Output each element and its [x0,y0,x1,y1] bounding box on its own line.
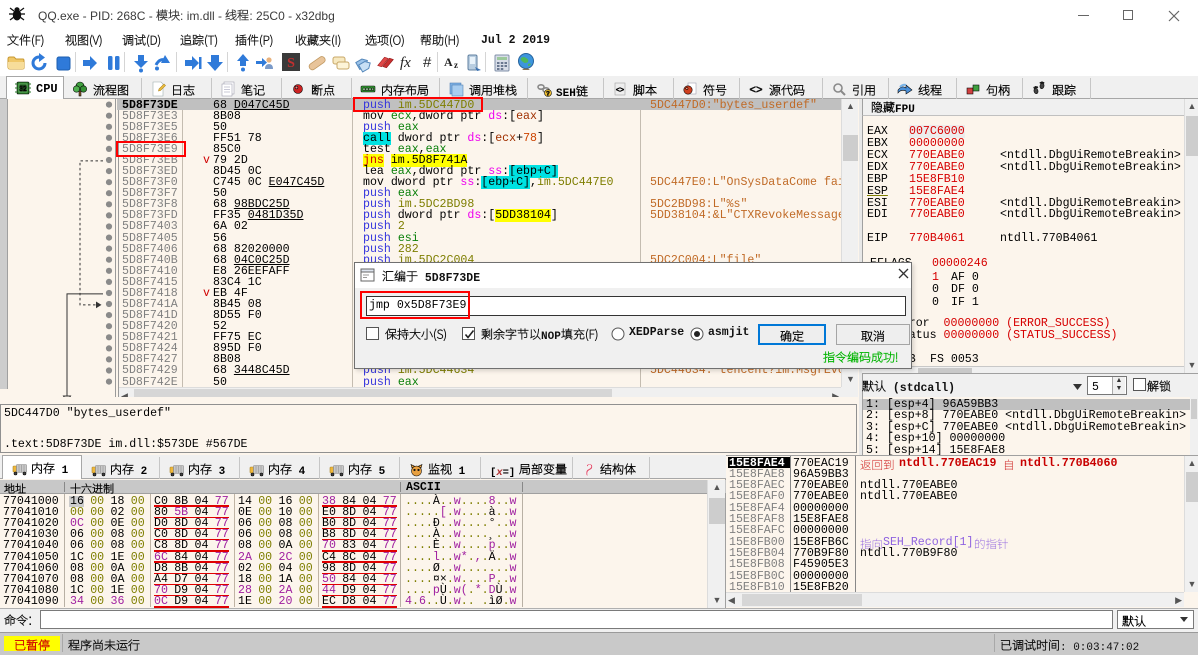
svg-text:32: 32 [19,86,27,93]
svg-text:z: z [454,60,458,70]
svg-text:<>: <> [749,85,762,97]
svg-text:A: A [444,55,453,69]
svg-text:#: # [423,54,432,71]
svg-text:fx: fx [400,55,411,71]
svg-text:<>: <> [616,87,624,94]
svg-text:?: ? [546,92,550,98]
svg-text:S: S [287,56,295,71]
